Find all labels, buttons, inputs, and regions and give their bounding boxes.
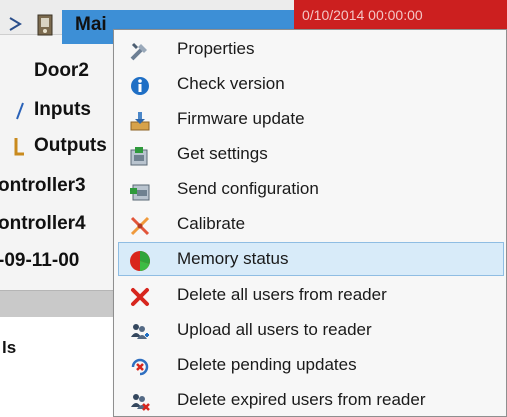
- menu-item-label: Send configuration: [177, 179, 319, 198]
- menu-item-upload-all-users[interactable]: Upload all users to reader: [118, 313, 504, 347]
- calibrate-icon: [130, 216, 150, 236]
- menu-item-label: Memory status: [177, 249, 289, 268]
- menu-item-label: Upload all users to reader: [177, 320, 372, 339]
- menu-item-send-configuration[interactable]: Send configuration: [118, 172, 504, 206]
- red-x-icon: [131, 288, 149, 306]
- device-send-icon: [130, 184, 150, 201]
- menu-item-label: Check version: [177, 74, 285, 93]
- menu-item-delete-expired-users[interactable]: Delete expired users from reader: [118, 383, 504, 417]
- info-icon: [131, 77, 149, 95]
- menu-item-label: Delete expired users from reader: [177, 390, 426, 409]
- context-menu: Properties Check version Firmware update…: [113, 29, 507, 417]
- lower-panel-label: ls: [2, 338, 17, 357]
- device-get-icon: [130, 147, 148, 166]
- menu-item-check-version[interactable]: Check version: [118, 67, 504, 101]
- menu-item-label: Properties: [177, 39, 255, 58]
- menu-item-get-settings[interactable]: Get settings: [118, 137, 504, 171]
- menu-item-label: Get settings: [177, 144, 268, 163]
- input-icon: [16, 102, 24, 120]
- menu-item-properties[interactable]: Properties: [118, 32, 504, 66]
- users-upload-icon: [131, 324, 149, 339]
- menu-item-delete-all-users[interactable]: Delete all users from reader: [118, 278, 504, 312]
- users-delete-icon: [131, 394, 150, 411]
- controller-icon: [37, 14, 53, 36]
- menu-item-label: Firmware update: [177, 109, 305, 128]
- tree-item-controller3[interactable]: ontroller3: [0, 175, 86, 197]
- firmware-icon: [130, 112, 150, 131]
- pending-delete-icon: [131, 358, 149, 376]
- tree-item-door2[interactable]: Door2: [34, 60, 89, 82]
- scroll-arrow-icon[interactable]: [8, 16, 22, 32]
- menu-item-label: Delete all users from reader: [177, 285, 387, 304]
- menu-item-label: Calibrate: [177, 214, 246, 233]
- tree-item-outputs[interactable]: Outputs: [34, 135, 107, 157]
- panel-divider: [0, 290, 120, 318]
- tools-icon: [130, 42, 147, 61]
- tree-item-controller4[interactable]: ontroller4: [0, 213, 86, 235]
- pie-chart-icon: [130, 251, 150, 271]
- menu-item-calibrate[interactable]: Calibrate: [118, 207, 504, 241]
- menu-item-label: Delete pending updates: [177, 355, 357, 374]
- menu-item-memory-status[interactable]: Memory status: [118, 242, 504, 276]
- selected-node-label: Mai: [75, 14, 107, 35]
- menu-item-delete-pending-updates[interactable]: Delete pending updates: [118, 348, 504, 382]
- tree-item-date[interactable]: -09-11-00: [0, 250, 79, 272]
- lower-panel: [0, 317, 120, 417]
- tree-item-inputs[interactable]: Inputs: [34, 99, 91, 121]
- status-timestamp-cell: 0/10/2014 00:00:00: [294, 0, 507, 30]
- menu-item-firmware-update[interactable]: Firmware update: [118, 102, 504, 136]
- output-icon: [14, 138, 24, 156]
